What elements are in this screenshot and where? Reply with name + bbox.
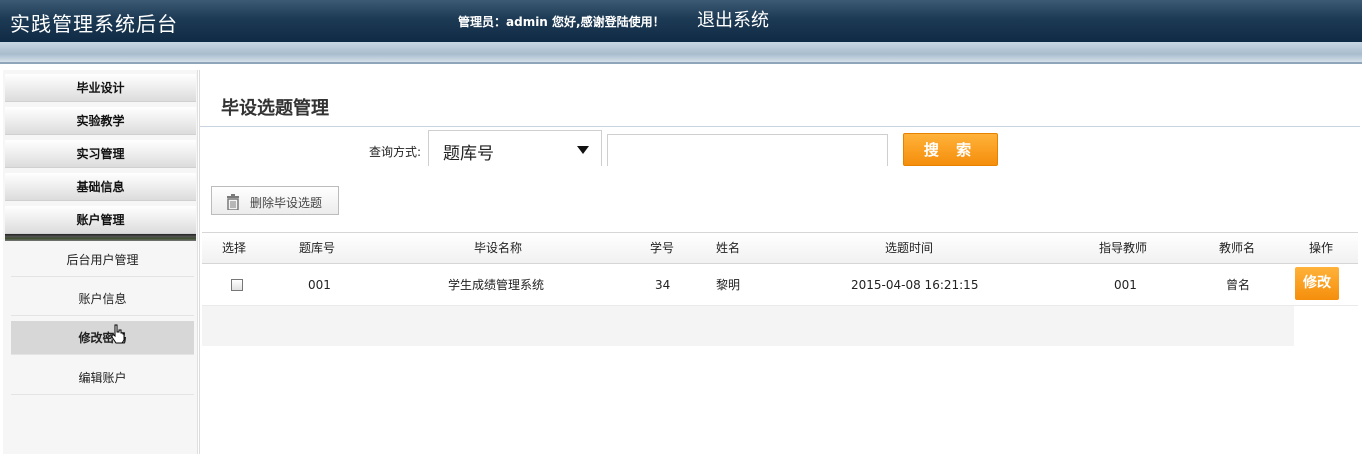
- header-subbar: [0, 42, 1362, 62]
- sidebar-item-admin-users[interactable]: 后台用户管理: [11, 243, 194, 277]
- col-header-teacher-name: 教师名: [1219, 241, 1256, 255]
- cell-student-no: 34: [655, 278, 671, 292]
- col-header-advisor: 指导教师: [1099, 241, 1148, 255]
- title-divider: [200, 126, 1360, 127]
- empty-row: [202, 306, 1294, 346]
- main-panel: 毕设选题管理 查询方式: 题库号 搜 索 删除毕设选题 选择 题库号 毕设名称 …: [199, 70, 1360, 454]
- search-button[interactable]: 搜 索: [903, 133, 998, 166]
- col-header-student-no: 学号: [650, 241, 675, 255]
- table-header-row: 选择 题库号 毕设名称 学号 姓名 选题时间 指导教师 教师名 操作: [202, 232, 1358, 264]
- row-checkbox[interactable]: [231, 279, 243, 291]
- top-header: 实践管理系统后台 管理员：admin 您好,感谢登陆使用！ 退出系统: [0, 0, 1362, 42]
- delete-topic-label: 删除毕设选题: [250, 196, 323, 210]
- sidebar-category-account[interactable]: 账户管理: [5, 206, 196, 234]
- sidebar-category-lab-teaching[interactable]: 实验教学: [5, 107, 196, 135]
- cell-bank-no: 001: [308, 278, 331, 292]
- page-title: 毕设选题管理: [221, 98, 329, 119]
- col-header-select-time: 选题时间: [885, 241, 934, 255]
- sidebar: 毕业设计 实验教学 实习管理 基础信息 账户管理 后台用户管理 账户信息 修改密…: [3, 70, 198, 454]
- sidebar-category-internship[interactable]: 实习管理: [5, 140, 196, 168]
- sidebar-category-basic-info[interactable]: 基础信息: [5, 173, 196, 201]
- hand-cursor-icon: [111, 324, 125, 344]
- cell-teacher-name: 曾名: [1226, 278, 1251, 292]
- col-header-select: 选择: [222, 241, 247, 255]
- trash-icon: [227, 194, 239, 210]
- admin-greeting: 管理员：admin 您好,感谢登陆使用！: [458, 15, 665, 29]
- table-row: 001 学生成绩管理系统 34 黎明 2015-04-08 16:21:15 0…: [202, 264, 1358, 306]
- cell-project-name: 学生成绩管理系统: [448, 278, 545, 292]
- dropdown-arrow-icon: [577, 146, 589, 154]
- cell-select-time: 2015-04-08 16:21:15: [851, 278, 979, 292]
- cell-advisor: 001: [1114, 278, 1137, 292]
- app-title: 实践管理系统后台: [10, 12, 178, 36]
- edit-button[interactable]: 修改: [1295, 267, 1339, 300]
- sidebar-item-edit-account[interactable]: 编辑账户: [11, 361, 194, 395]
- col-header-action: 操作: [1309, 241, 1334, 255]
- query-method-label: 查询方式:: [369, 145, 422, 159]
- cell-student-name: 黎明: [716, 278, 741, 292]
- query-method-select[interactable]: 题库号: [428, 130, 602, 166]
- sidebar-item-change-password[interactable]: 修改密码: [11, 321, 194, 355]
- col-header-student-name: 姓名: [716, 241, 741, 255]
- header-divider: [0, 62, 1362, 64]
- col-header-project-name: 毕设名称: [474, 241, 523, 255]
- logout-link[interactable]: 退出系统: [697, 6, 769, 32]
- delete-topic-button[interactable]: 删除毕设选题: [211, 186, 339, 215]
- sidebar-item-account-info[interactable]: 账户信息: [11, 282, 194, 316]
- search-input[interactable]: [607, 134, 888, 166]
- sidebar-category-graduation-design[interactable]: 毕业设计: [5, 74, 196, 102]
- sidebar-separator: [5, 234, 196, 241]
- col-header-bank-no: 题库号: [299, 241, 336, 255]
- query-method-value: 题库号: [443, 144, 494, 164]
